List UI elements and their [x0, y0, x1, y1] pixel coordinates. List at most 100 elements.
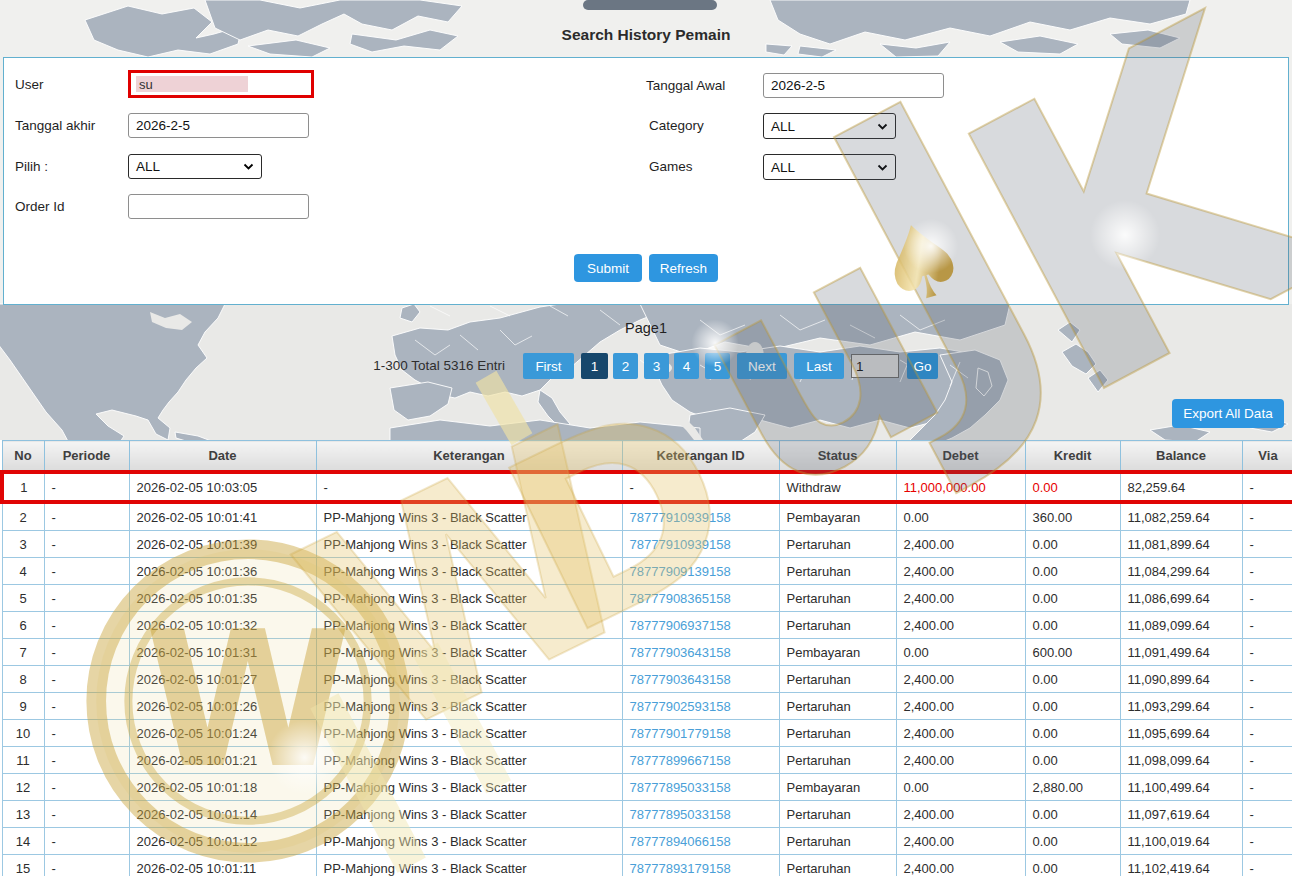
cell-balance: 82,259.64 — [1120, 472, 1242, 502]
order-id-label: Order Id — [15, 199, 65, 214]
cell-kredit: 0.00 — [1025, 558, 1120, 585]
cell-via: - — [1242, 531, 1292, 558]
cell-keterangan: PP-Mahjong Wins 3 - Black Scatter — [316, 855, 622, 876]
cell-via: - — [1242, 720, 1292, 747]
page-button-5[interactable]: 5 — [705, 353, 730, 379]
user-redaction — [136, 76, 248, 92]
pilih-select[interactable]: ALL — [128, 154, 262, 179]
cell-via: - — [1242, 828, 1292, 855]
cell-keterangan-id[interactable]: 78777910939158 — [622, 531, 779, 558]
cell-date: 2026-02-05 10:01:18 — [129, 774, 316, 801]
go-button[interactable]: Go — [907, 353, 938, 379]
cell-no: 15 — [2, 855, 44, 876]
export-all-data-button[interactable]: Export All Data — [1172, 399, 1284, 428]
col-header-status: Status — [779, 441, 896, 473]
cell-keterangan-id[interactable]: 78777894066158 — [622, 828, 779, 855]
cell-debet: 2,400.00 — [896, 747, 1025, 774]
cell-keterangan-id[interactable]: 78777903643158 — [622, 639, 779, 666]
cell-no: 12 — [2, 774, 44, 801]
page-button-3[interactable]: 3 — [644, 353, 669, 379]
col-header-kredit: Kredit — [1025, 441, 1120, 473]
table-row: 14-2026-02-05 10:01:12PP-Mahjong Wins 3 … — [2, 828, 1292, 855]
cell-keterangan: PP-Mahjong Wins 3 - Black Scatter — [316, 747, 622, 774]
page-button-1[interactable]: 1 — [581, 353, 608, 379]
cell-date: 2026-02-05 10:01:24 — [129, 720, 316, 747]
page-button-next[interactable]: Next — [737, 353, 787, 379]
cell-balance: 11,084,299.64 — [1120, 558, 1242, 585]
games-select[interactable]: ALL — [763, 154, 896, 180]
user-input[interactable]: su — [128, 70, 314, 98]
history-table-wrap: NoPeriodeDateKeteranganKeterangan IDStat… — [0, 440, 1292, 876]
cell-balance: 11,095,699.64 — [1120, 720, 1242, 747]
cell-date: 2026-02-05 10:01:11 — [129, 855, 316, 876]
cell-keterangan-id[interactable]: 78777895033158 — [622, 801, 779, 828]
cell-keterangan-id[interactable]: 78777895033158 — [622, 774, 779, 801]
cell-balance: 11,086,699.64 — [1120, 585, 1242, 612]
cell-keterangan-id[interactable]: 78777903643158 — [622, 666, 779, 693]
cell-status: Pertaruhan — [779, 747, 896, 774]
cell-periode: - — [44, 639, 129, 666]
page-button-2[interactable]: 2 — [613, 353, 638, 379]
page-button-4[interactable]: 4 — [674, 353, 699, 379]
cell-periode: - — [44, 558, 129, 585]
cell-kredit: 600.00 — [1025, 639, 1120, 666]
cell-kredit: 0.00 — [1025, 828, 1120, 855]
col-header-keterangan-id: Keterangan ID — [622, 441, 779, 473]
refresh-button[interactable]: Refresh — [649, 254, 718, 282]
cell-keterangan-id[interactable]: 78777908365158 — [622, 585, 779, 612]
cell-keterangan-id[interactable]: 78777902593158 — [622, 693, 779, 720]
cell-status: Withdraw — [779, 472, 896, 502]
cell-periode: - — [44, 666, 129, 693]
cell-periode: - — [44, 720, 129, 747]
cell-periode: - — [44, 585, 129, 612]
cell-debet: 2,400.00 — [896, 801, 1025, 828]
entries-range-text: 1-300 Total 5316 Entri — [300, 353, 505, 379]
submit-button[interactable]: Submit — [574, 254, 642, 282]
category-select[interactable]: ALL — [763, 113, 896, 139]
cell-periode: - — [44, 828, 129, 855]
cell-keterangan-id[interactable]: 78777910939158 — [622, 502, 779, 531]
cell-kredit: 0.00 — [1025, 720, 1120, 747]
cell-periode: - — [44, 855, 129, 876]
cell-no: 8 — [2, 666, 44, 693]
page-button-last[interactable]: Last — [794, 353, 844, 379]
cell-date: 2026-02-05 10:01:27 — [129, 666, 316, 693]
tanggal-awal-input[interactable]: 2026-2-5 — [763, 73, 944, 98]
table-row: 2-2026-02-05 10:01:41PP-Mahjong Wins 3 -… — [2, 502, 1292, 531]
cell-keterangan-id[interactable]: 78777901779158 — [622, 720, 779, 747]
table-row: 4-2026-02-05 10:01:36PP-Mahjong Wins 3 -… — [2, 558, 1292, 585]
cell-status: Pertaruhan — [779, 855, 896, 876]
order-id-input[interactable] — [128, 194, 309, 219]
cell-no: 11 — [2, 747, 44, 774]
cell-debet: 2,400.00 — [896, 666, 1025, 693]
col-header-via: Via — [1242, 441, 1292, 473]
page-button-first[interactable]: First — [523, 353, 574, 379]
cell-keterangan-id[interactable]: 78777909139158 — [622, 558, 779, 585]
col-header-date: Date — [129, 441, 316, 473]
cell-periode: - — [44, 502, 129, 531]
cell-date: 2026-02-05 10:01:35 — [129, 585, 316, 612]
cell-date: 2026-02-05 10:01:41 — [129, 502, 316, 531]
cell-balance: 11,091,499.64 — [1120, 639, 1242, 666]
table-row: 9-2026-02-05 10:01:26PP-Mahjong Wins 3 -… — [2, 693, 1292, 720]
cell-status: Pembayaran — [779, 502, 896, 531]
cell-debet: 2,400.00 — [896, 828, 1025, 855]
search-form-panel: User su Tanggal akhir 2026-2-5 Pilih : A… — [3, 57, 1289, 305]
cell-balance: 11,081,899.64 — [1120, 531, 1242, 558]
cell-keterangan-id[interactable]: 78777893179158 — [622, 855, 779, 876]
cell-date: 2026-02-05 10:01:14 — [129, 801, 316, 828]
cell-keterangan-id[interactable]: 78777906937158 — [622, 612, 779, 639]
cell-debet: 2,400.00 — [896, 855, 1025, 876]
cell-periode: - — [44, 531, 129, 558]
cell-kredit: 0.00 — [1025, 855, 1120, 876]
cell-balance: 11,098,099.64 — [1120, 747, 1242, 774]
games-label: Games — [649, 159, 693, 174]
cell-keterangan-id[interactable]: 78777899667158 — [622, 747, 779, 774]
tanggal-akhir-input[interactable]: 2026-2-5 — [128, 113, 309, 138]
goto-page-input[interactable]: 1 — [851, 354, 899, 378]
chevron-down-icon — [877, 123, 888, 130]
cell-keterangan: PP-Mahjong Wins 3 - Black Scatter — [316, 666, 622, 693]
cell-via: - — [1242, 612, 1292, 639]
cell-no: 14 — [2, 828, 44, 855]
cell-via: - — [1242, 558, 1292, 585]
